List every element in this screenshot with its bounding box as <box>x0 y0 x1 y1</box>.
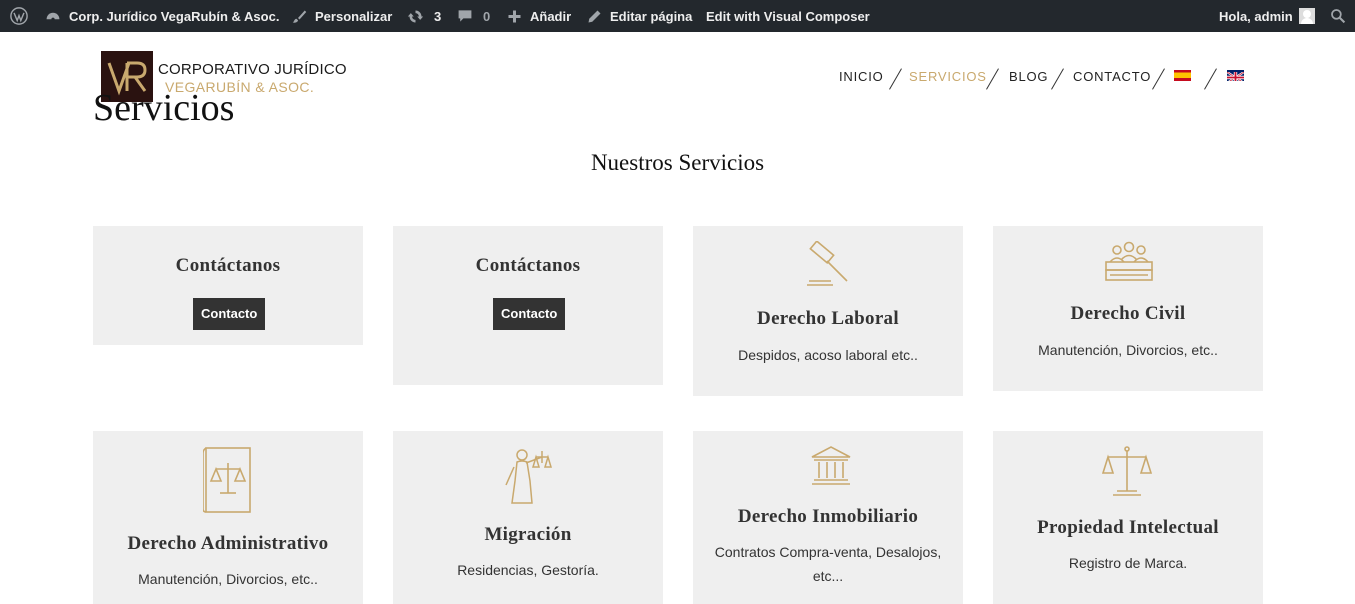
nav-item-blog[interactable]: BLOG <box>1009 69 1048 84</box>
card-description: Contratos Compra-venta, Desalojos, etc..… <box>714 544 942 584</box>
pencil-icon <box>587 9 602 24</box>
card-title: Propiedad Intelectual <box>1037 517 1219 538</box>
edit-page-label: Editar página <box>610 8 693 24</box>
updates-link[interactable]: 3 <box>407 0 441 32</box>
contact-button[interactable]: Contacto <box>493 298 566 330</box>
card-description: Despidos, acoso laboral etc.. <box>738 347 918 363</box>
search-icon <box>1330 8 1346 24</box>
nav-separator <box>986 68 999 90</box>
card-description: Manutención, Divorcios, etc.. <box>1038 342 1218 358</box>
site-name: Corp. Jurídico VegaRubín & Asoc. <box>69 8 280 24</box>
card-title: Derecho Civil <box>1070 303 1186 324</box>
plus-icon <box>507 9 522 24</box>
admin-bar: Corp. Jurídico VegaRubín & Asoc. Persona… <box>0 0 1355 32</box>
law-book-icon <box>203 445 253 515</box>
service-card-migration[interactable]: Migración Residencias, Gestoría. <box>393 431 663 604</box>
card-title: Derecho Administrativo <box>127 533 329 554</box>
nav-separator <box>1204 68 1217 90</box>
card-title: Derecho Laboral <box>757 308 899 329</box>
nav-item-inicio[interactable]: INICIO <box>839 69 884 84</box>
updates-count: 3 <box>434 8 442 24</box>
card-description: Registro de Marca. <box>1068 555 1188 571</box>
main-nav: INICIO SERVICIOS BLOG CONTACTO <box>0 65 1355 90</box>
greeting: Hola, admin <box>1219 8 1293 24</box>
visual-composer-label: Edit with Visual Composer <box>706 8 870 24</box>
add-new-label: Añadir <box>530 8 572 24</box>
family-icon <box>1104 240 1154 284</box>
edit-page-link[interactable]: Editar página <box>587 0 692 32</box>
card-title: Derecho Inmobiliario <box>737 506 919 527</box>
customize-link[interactable]: Personalizar <box>292 0 392 32</box>
service-card-labor-law[interactable]: Derecho Laboral Despidos, acoso laboral … <box>693 226 963 396</box>
service-card-civil-law[interactable]: Derecho Civil Manutención, Divorcios, et… <box>993 226 1263 391</box>
card-title: Contáctanos <box>175 255 281 276</box>
comments-count: 0 <box>483 8 491 24</box>
card-title: Migración <box>484 524 572 545</box>
comments-link[interactable]: 0 <box>457 0 490 32</box>
nav-separator <box>1051 68 1064 90</box>
service-card-contact: Contáctanos Contacto <box>93 226 363 345</box>
visual-composer-link[interactable]: Edit with Visual Composer <box>706 0 870 32</box>
service-card-intellectual-property[interactable]: Propiedad Intelectual Registro de Marca. <box>993 431 1263 604</box>
service-card-real-estate-law[interactable]: Derecho Inmobiliario Contratos Compra-ve… <box>693 431 963 604</box>
section-title: Nuestros Servicios <box>590 150 765 175</box>
site-name-link[interactable]: Corp. Jurídico VegaRubín & Asoc. <box>45 0 279 32</box>
page-title: Servicios <box>93 87 235 129</box>
nav-item-contacto[interactable]: CONTACTO <box>1073 69 1151 84</box>
contact-button[interactable]: Contacto <box>193 298 266 330</box>
search-button[interactable] <box>1330 0 1354 32</box>
justice-statue-icon <box>502 445 554 505</box>
nav-separator <box>889 68 902 90</box>
nav-item-servicios[interactable]: SERVICIOS <box>909 69 987 84</box>
card-title: Contáctanos <box>475 255 581 276</box>
wordpress-icon <box>10 7 28 25</box>
building-columns-icon <box>810 445 852 487</box>
service-card-administrative-law[interactable]: Derecho Administrativo Manutención, Divo… <box>93 431 363 604</box>
brush-icon <box>292 9 307 24</box>
account-menu[interactable]: Hola, admin <box>1219 0 1315 32</box>
dashboard-icon <box>45 8 61 24</box>
wordpress-menu[interactable] <box>10 0 36 32</box>
updates-icon <box>407 8 424 25</box>
service-card-contact: Contáctanos Contacto <box>393 226 663 385</box>
customize-label: Personalizar <box>315 8 393 24</box>
gavel-icon <box>803 241 855 289</box>
avatar <box>1298 8 1315 24</box>
flag-es[interactable] <box>1174 70 1191 81</box>
scales-icon <box>1102 445 1152 499</box>
nav-separator <box>1152 68 1165 90</box>
flag-uk[interactable] <box>1227 70 1244 81</box>
comment-icon <box>457 8 473 24</box>
card-description: Residencias, Gestoría. <box>457 562 599 578</box>
add-new-link[interactable]: Añadir <box>507 0 571 32</box>
card-description: Manutención, Divorcios, etc.. <box>138 571 318 587</box>
